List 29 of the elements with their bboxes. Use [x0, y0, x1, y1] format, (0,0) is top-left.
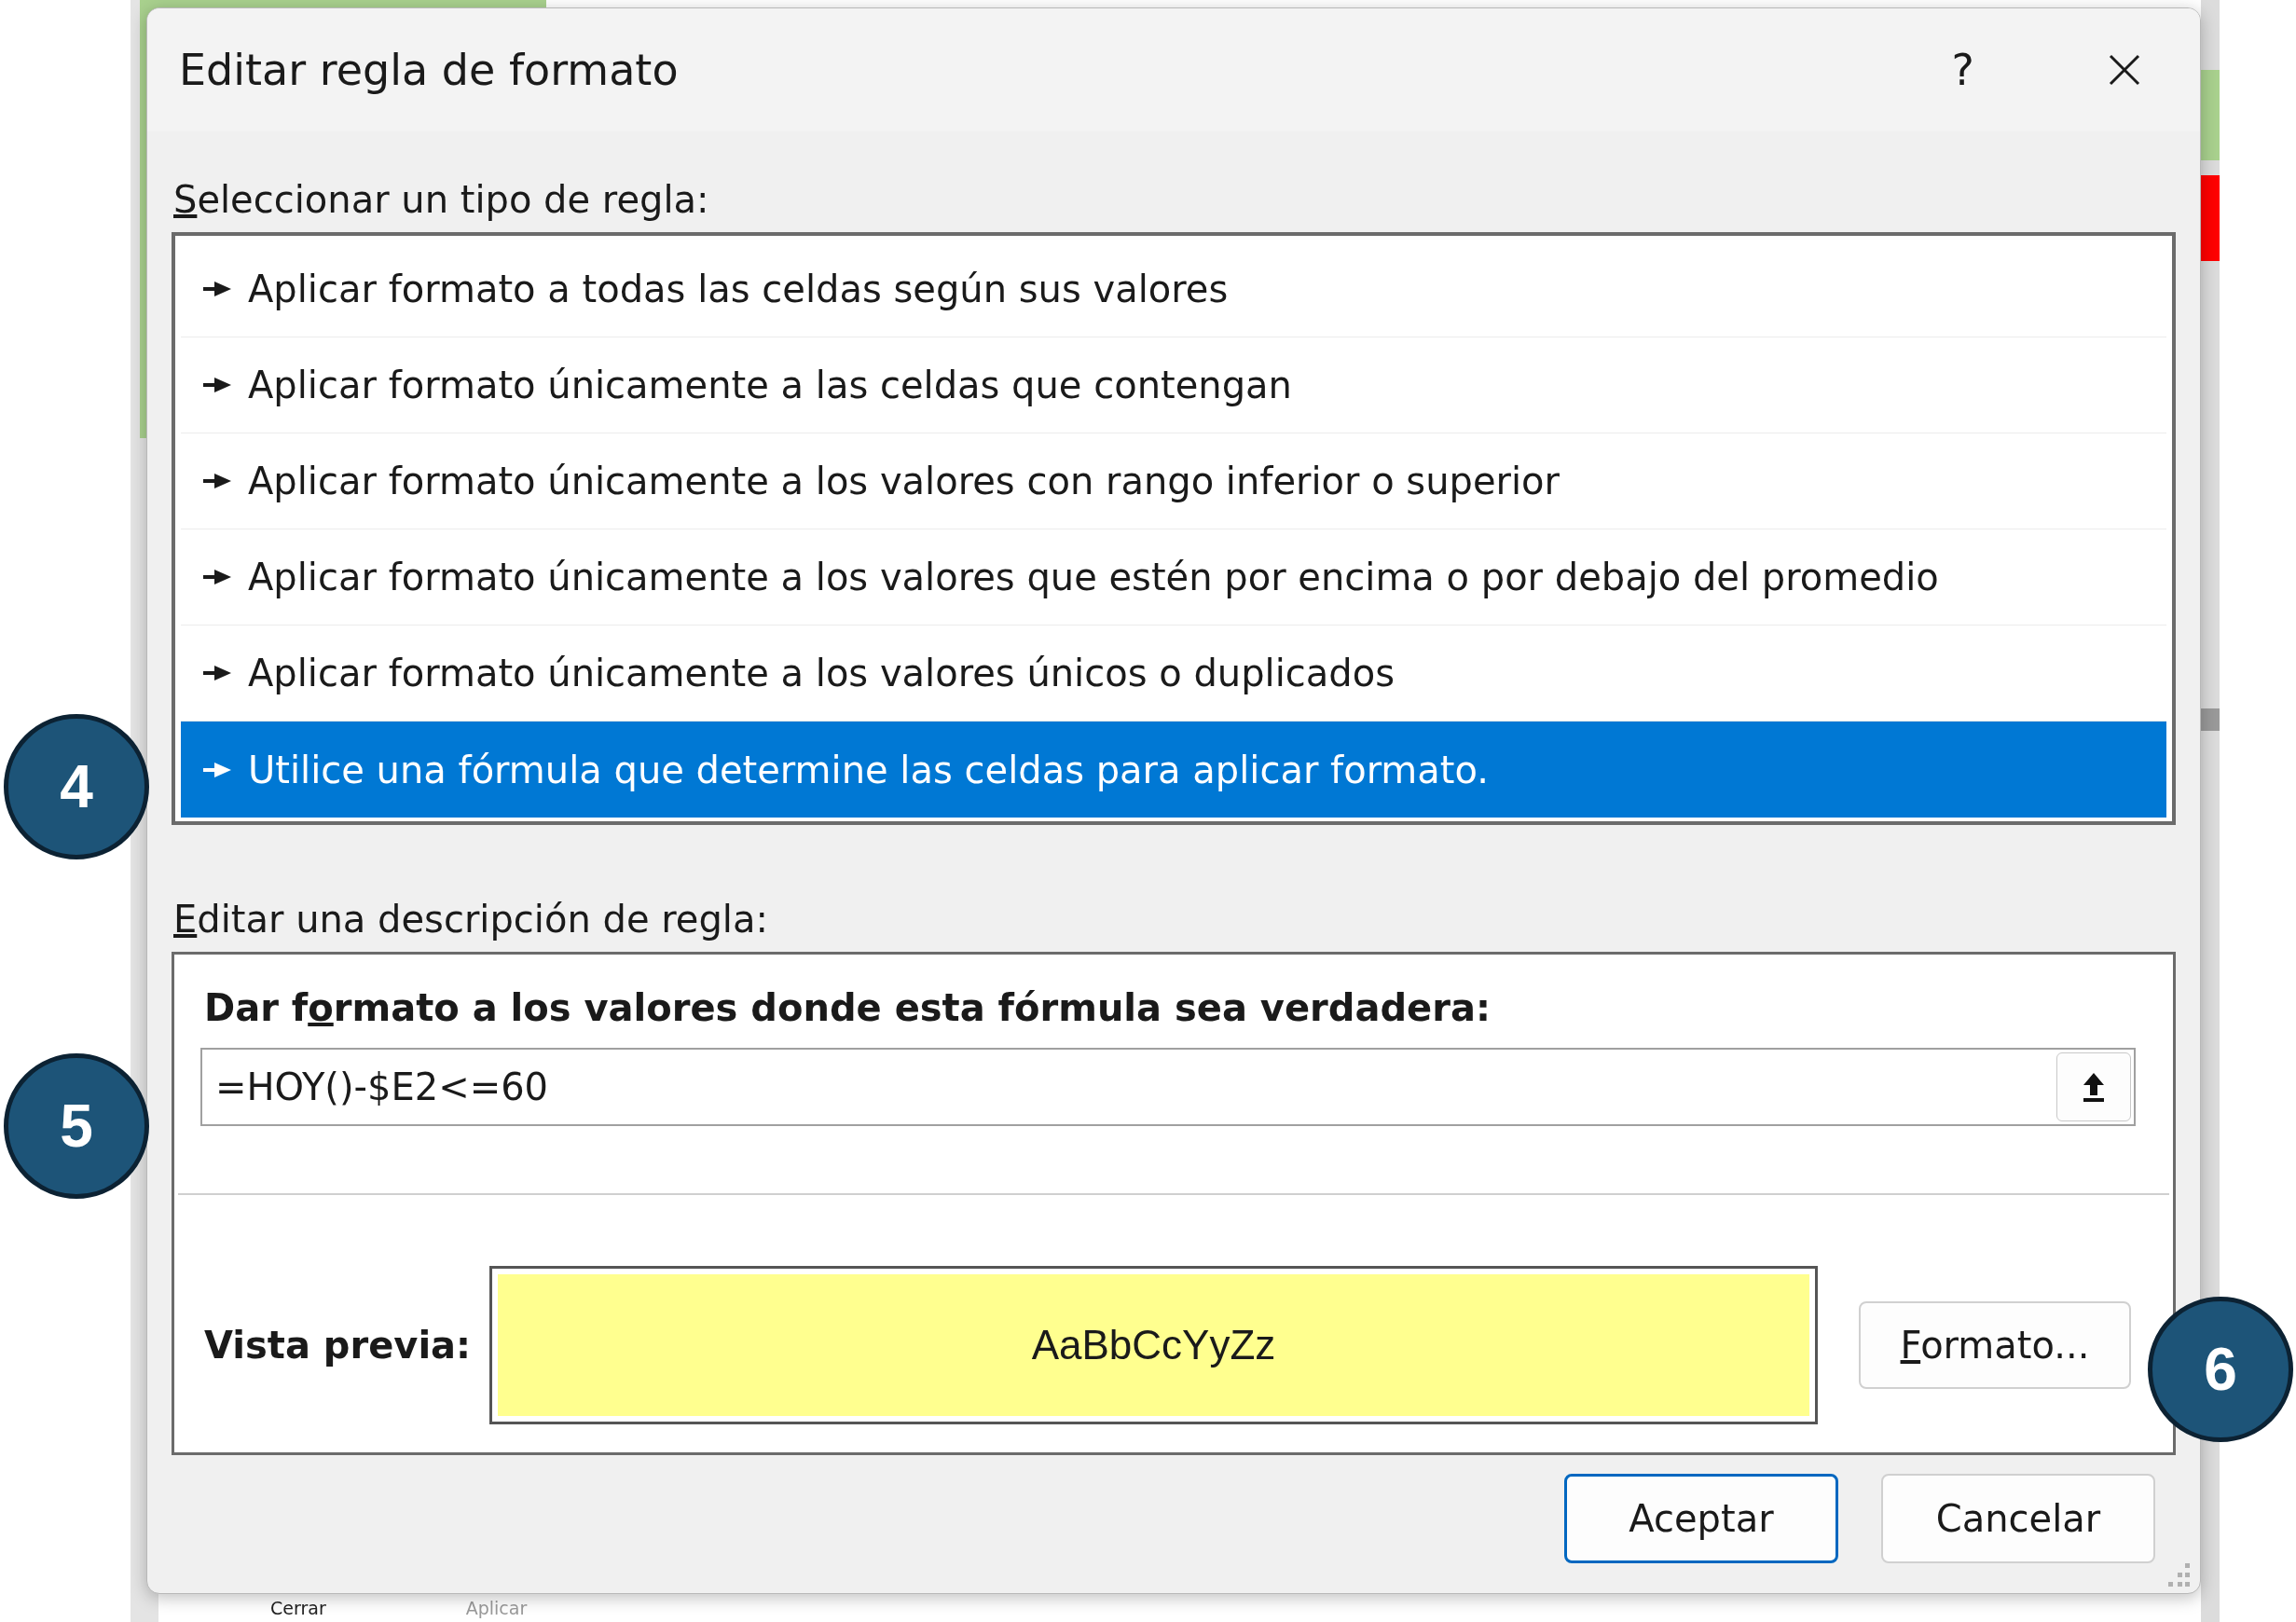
- bullet-arrow-icon: [203, 570, 231, 584]
- help-button[interactable]: ?: [1945, 45, 1980, 95]
- step-number-badge: 4: [4, 714, 149, 859]
- sheet-button[interactable]: Cerrar: [270, 1597, 326, 1619]
- bullet-arrow-icon: [203, 378, 231, 392]
- formula-field[interactable]: =HOY()-$E2<=60: [200, 1048, 2136, 1126]
- collapse-button[interactable]: [2056, 1052, 2131, 1121]
- description-label: Editar una descripción de regla:: [173, 898, 769, 941]
- rule-type-label: Seleccionar un tipo de regla:: [173, 178, 710, 221]
- bullet-arrow-icon: [203, 474, 231, 488]
- step-number-badge: 5: [4, 1053, 149, 1199]
- rule-type-item[interactable]: Aplicar formato únicamente a los valores con rango inferior o superior: [181, 433, 2166, 529]
- formula-heading: Dar formato a los valores donde esta fórmula sea verdadera:: [204, 986, 1492, 1029]
- close-icon[interactable]: [2109, 54, 2140, 86]
- up-arrow-icon: [2082, 1071, 2106, 1103]
- bullet-arrow-icon: [203, 666, 231, 680]
- window-title: Editar regla de formato: [179, 45, 680, 95]
- preview-label: Vista previa:: [204, 1324, 473, 1367]
- rule-type-item[interactable]: Utilice una fórmula que determine las celdas para aplicar formato.: [181, 722, 2166, 818]
- rule-type-item[interactable]: Aplicar formato únicamente a los valores que estén por encima o por debajo del promedio: [181, 529, 2166, 625]
- dialog-button[interactable]: Aceptar: [1564, 1474, 1838, 1563]
- rule-type-item[interactable]: Aplicar formato a todas las celdas según sus valores: [181, 241, 2166, 337]
- preview-sample-text: AaBbCcYyZz: [1031, 1322, 1276, 1368]
- bullet-arrow-icon: [203, 762, 231, 777]
- dialog-button[interactable]: Cancelar: [1881, 1474, 2155, 1563]
- bullet-arrow-icon: [203, 282, 231, 296]
- rule-type-item[interactable]: Aplicar formato únicamente a las celdas que contengan: [181, 337, 2166, 433]
- format-button[interactable]: Formato...: [1859, 1301, 2131, 1389]
- step-number-badge: 6: [2148, 1297, 2293, 1442]
